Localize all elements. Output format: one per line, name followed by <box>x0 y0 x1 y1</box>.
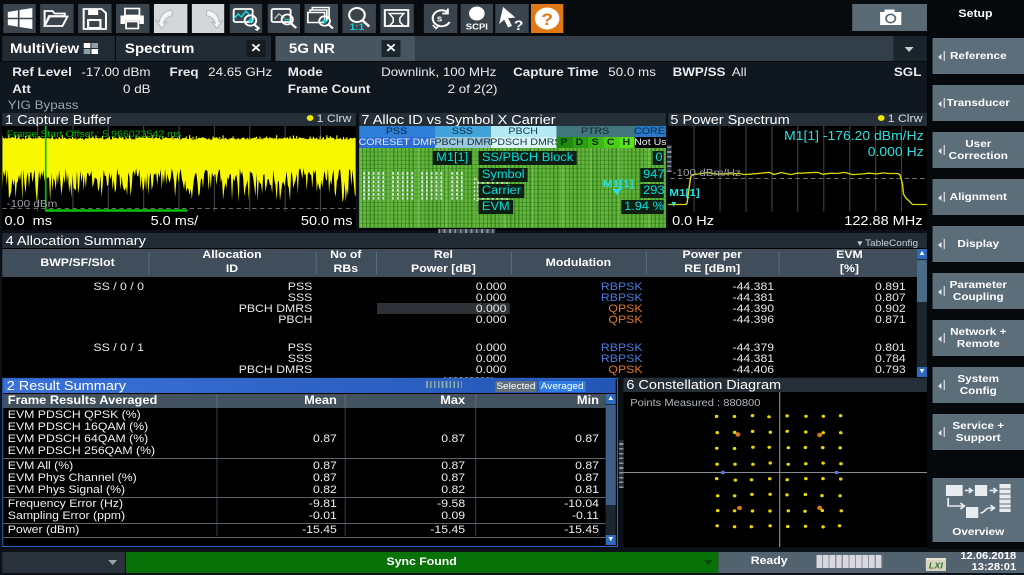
svg-text:-100 dBm: -100 dBm <box>7 199 58 210</box>
svg-text:Frame Start Offset : 5.9660235: Frame Start Offset : 5.966023542 ms <box>7 130 181 140</box>
svg-text:SCPI: SCPI <box>465 22 487 31</box>
svg-text:-100 dBm/Hz: -100 dBm/Hz <box>672 168 740 179</box>
svg-text:?: ? <box>514 19 524 33</box>
svg-text:s: s <box>437 14 443 24</box>
svg-text:?: ? <box>541 10 553 29</box>
svg-text:M1[1]: M1[1] <box>669 188 700 199</box>
svg-text:1:1: 1:1 <box>350 22 365 32</box>
